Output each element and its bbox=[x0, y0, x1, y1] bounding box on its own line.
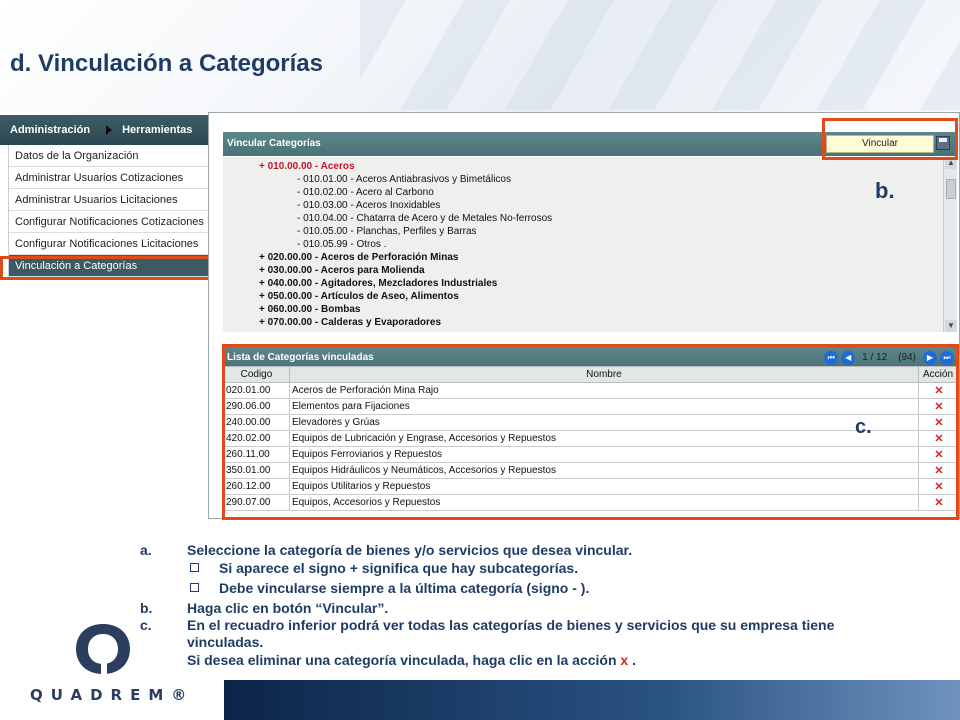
highlight-box-menu bbox=[0, 256, 211, 280]
instruction-c-line2: vinculadas. bbox=[187, 634, 264, 650]
checkbox-bullet-icon bbox=[190, 563, 199, 572]
instruction-c-line3: Si desea eliminar una categoría vinculad… bbox=[187, 652, 636, 668]
tree-node-category[interactable]: + 020.00.00 - Aceros de Perforación Mina… bbox=[259, 252, 458, 263]
tree-node-category[interactable]: + 070.00.00 - Calderas y Evaporadores bbox=[259, 317, 441, 328]
vincular-panel-title: Vincular Categorías bbox=[227, 138, 321, 149]
callout-label-b: b. bbox=[875, 178, 895, 203]
menu-tab-administracion[interactable]: Administración bbox=[10, 124, 90, 136]
tree-node-category[interactable]: + 050.00.00 - Artículos de Aseo, Aliment… bbox=[259, 291, 459, 302]
quadrem-logo-text: QUADREM® bbox=[30, 686, 195, 704]
tree-node-subcategory[interactable]: - 010.04.00 - Chatarra de Acero y de Met… bbox=[297, 213, 552, 224]
tree-node-category[interactable]: + 060.00.00 - Bombas bbox=[259, 304, 360, 315]
checkbox-bullet-icon bbox=[190, 583, 199, 592]
tree-node-subcategory[interactable]: - 010.05.00 - Planchas, Perfiles y Barra… bbox=[297, 226, 477, 237]
menu-item-datos-organizacion[interactable]: Datos de la Organización bbox=[9, 145, 210, 167]
slide-title: d. Vinculación a Categorías bbox=[10, 50, 323, 77]
menu-item-usuarios-licitaciones[interactable]: Administrar Usuarios Licitaciones bbox=[9, 189, 210, 211]
highlight-box-b bbox=[822, 118, 958, 160]
tree-node-subcategory[interactable]: - 010.02.00 - Acero al Carbono bbox=[297, 187, 434, 198]
scroll-thumb[interactable] bbox=[946, 179, 956, 199]
menu-arrow-icon bbox=[106, 125, 113, 135]
footer-bar bbox=[224, 680, 960, 720]
menu-tab-herramientas[interactable]: Herramientas bbox=[122, 124, 192, 136]
scroll-down-icon[interactable]: ▼ bbox=[945, 320, 957, 332]
instruction-bullet-1: Si aparece el signo + significa que hay … bbox=[190, 560, 578, 576]
menu-item-usuarios-cotizaciones[interactable]: Administrar Usuarios Cotizaciones bbox=[9, 167, 210, 189]
tree-node-subcategory[interactable]: - 010.01.00 - Aceros Antiabrasivos y Bim… bbox=[297, 174, 511, 185]
delete-x-mark: x bbox=[620, 652, 629, 668]
tree-scrollbar[interactable]: ▲ ▼ bbox=[943, 157, 957, 332]
highlight-box-c bbox=[222, 344, 959, 520]
tree-node-category[interactable]: + 010.00.00 - Aceros bbox=[259, 161, 355, 172]
tree-node-subcategory[interactable]: - 010.05.99 - Otros . bbox=[297, 239, 387, 250]
category-tree: + 010.00.00 - Aceros - 010.01.00 - Aceros… bbox=[223, 157, 943, 332]
quadrem-logo-icon bbox=[76, 624, 130, 678]
header-stripes bbox=[360, 0, 960, 110]
instruction-bullet-2: Debe vincularse siempre a la última cate… bbox=[190, 580, 589, 596]
top-menubar: Administración Herramientas bbox=[0, 115, 210, 145]
tree-node-category[interactable]: + 030.00.00 - Aceros para Molienda bbox=[259, 265, 425, 276]
menu-item-notificaciones-cotizaciones[interactable]: Configurar Notificaciones Cotizaciones bbox=[9, 211, 210, 233]
tree-node-subcategory[interactable]: - 010.03.00 - Aceros Inoxidables bbox=[297, 200, 440, 211]
tree-node-category[interactable]: + 040.00.00 - Agitadores, Mezcladores In… bbox=[259, 278, 497, 289]
callout-label-c: c. bbox=[855, 416, 872, 438]
menu-item-notificaciones-licitaciones[interactable]: Configurar Notificaciones Licitaciones bbox=[9, 233, 210, 255]
